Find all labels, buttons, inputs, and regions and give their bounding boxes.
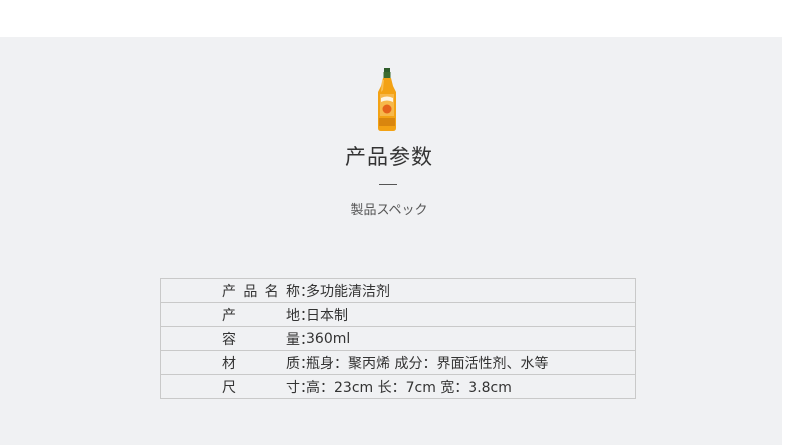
spec-colon: ： [300, 331, 314, 348]
spec-value: 多功能清洁剂 [306, 283, 390, 300]
spec-colon: ： [300, 283, 314, 300]
spec-label: 材质 [222, 355, 300, 372]
spec-row-origin: 产地 ： 日本制 [161, 303, 635, 327]
cleaner-bottle-icon [378, 68, 396, 131]
spec-value: 360ml [306, 330, 351, 347]
spec-label: 尺寸 [222, 379, 300, 396]
spec-value: 高：23cm 长：7cm 宽：3.8cm [306, 379, 512, 396]
spec-label: 产地 [222, 307, 300, 324]
spec-label: 容量 [222, 331, 300, 348]
spec-row-material: 材质 ： 瓶身：聚丙烯 成分：界面活性剂、水等 [161, 351, 635, 375]
spec-colon: ： [300, 307, 314, 324]
title-divider [379, 184, 397, 185]
spec-panel: 产品参数 製品スペック 产品名称 ： 多功能清洁剂 产地 ： 日本制 容量 ： … [0, 37, 782, 445]
spec-table: 产品名称 ： 多功能清洁剂 产地 ： 日本制 容量 ： 360ml 材质 ： 瓶… [160, 278, 636, 399]
spec-row-size: 尺寸 ： 高：23cm 长：7cm 宽：3.8cm [161, 375, 635, 398]
spec-colon: ： [300, 355, 314, 372]
spec-label: 产品名称 [222, 283, 300, 300]
spec-row-capacity: 容量 ： 360ml [161, 327, 635, 351]
spec-value: 瓶身：聚丙烯 成分：界面活性剂、水等 [306, 355, 549, 372]
section-title: 产品参数 [345, 145, 433, 169]
spec-row-name: 产品名称 ： 多功能清洁剂 [161, 279, 635, 303]
spec-value: 日本制 [306, 307, 348, 324]
section-subtitle: 製品スペック [350, 203, 428, 218]
spec-colon: ： [300, 379, 314, 396]
